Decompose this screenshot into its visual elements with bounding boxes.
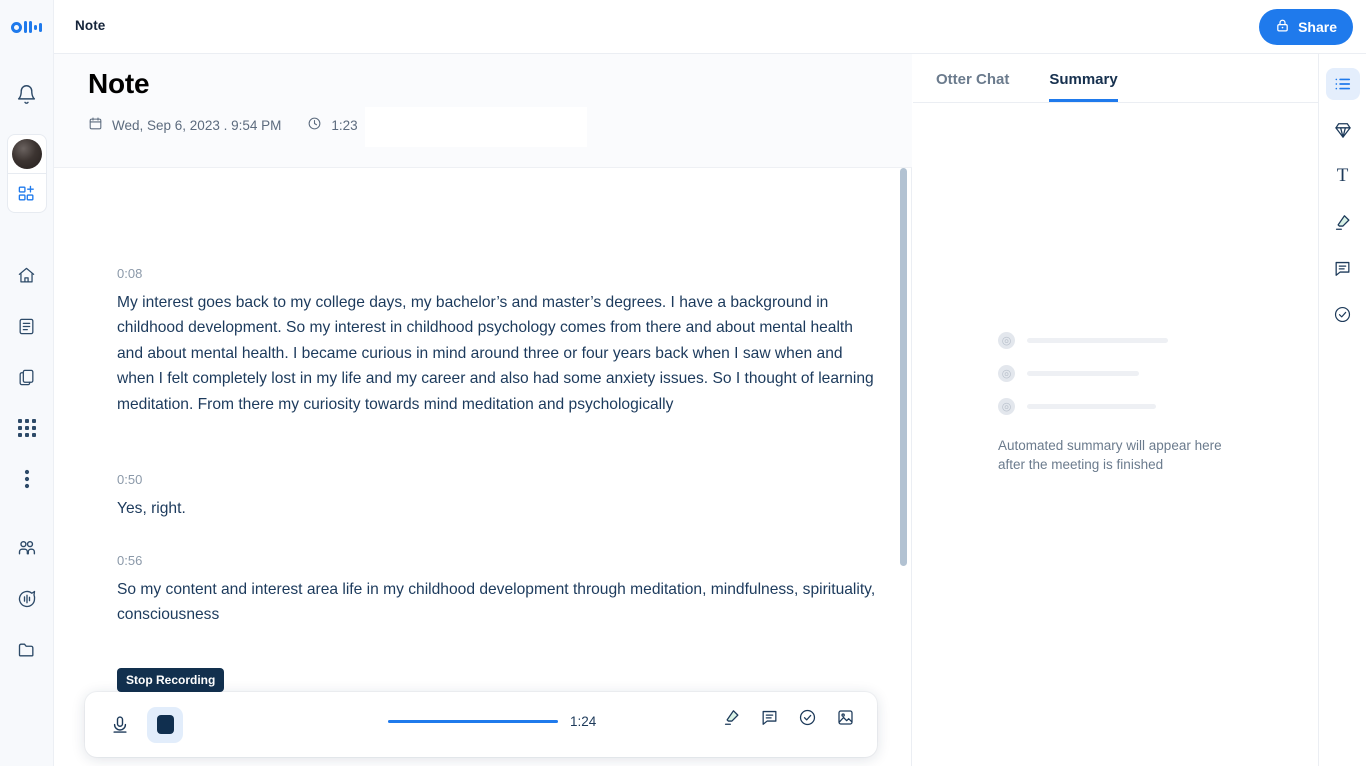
home-icon[interactable] bbox=[7, 255, 47, 295]
list-outline-icon[interactable] bbox=[1325, 68, 1360, 100]
more-vertical-icon[interactable] bbox=[7, 459, 47, 499]
skeleton-line bbox=[1027, 338, 1168, 343]
skeleton-bullet-icon: ◎ bbox=[998, 365, 1015, 382]
stop-recording-tooltip: Stop Recording bbox=[117, 668, 225, 692]
calendar-icon bbox=[88, 116, 103, 134]
comment-icon[interactable] bbox=[760, 708, 779, 732]
segment-timestamp[interactable]: 0:56 bbox=[117, 553, 879, 568]
segment-text[interactable]: So my content and interest area life in … bbox=[117, 577, 879, 628]
segment-text[interactable]: My interest goes back to my college days… bbox=[117, 290, 879, 417]
right-panel: Otter Chat Summary ◎ ◎ ◎ Automated summa… bbox=[913, 54, 1318, 766]
skeleton-bullet-icon: ◎ bbox=[998, 332, 1015, 349]
progress-track[interactable] bbox=[388, 720, 558, 723]
logo-bar-2 bbox=[29, 21, 32, 33]
logo-circle-icon bbox=[11, 21, 22, 33]
new-note-icon[interactable] bbox=[8, 174, 46, 212]
empty-state-text: Automated summary will appear here after… bbox=[998, 438, 1222, 472]
note-duration: 1:23 bbox=[331, 117, 358, 133]
account-card bbox=[6, 134, 47, 213]
grid-icon[interactable] bbox=[7, 408, 47, 448]
breadcrumb: Note bbox=[75, 18, 106, 33]
image-icon[interactable] bbox=[836, 708, 855, 732]
skeleton-row: ◎ bbox=[998, 398, 1248, 415]
speech-wave-icon[interactable] bbox=[7, 579, 47, 619]
skeleton-line bbox=[1027, 404, 1156, 409]
bell-icon[interactable] bbox=[7, 74, 47, 114]
check-circle-icon[interactable] bbox=[1326, 298, 1360, 330]
left-navigation-rail bbox=[0, 0, 54, 766]
rail-nav-group bbox=[7, 255, 47, 670]
share-button-label: Share bbox=[1298, 19, 1337, 35]
elapsed-time: 1:24 bbox=[570, 714, 597, 729]
tab-summary[interactable]: Summary bbox=[1049, 71, 1118, 102]
right-panel-tabs: Otter Chat Summary bbox=[913, 54, 1318, 103]
copy-icon[interactable] bbox=[7, 357, 47, 397]
segment-text[interactable]: Yes, right. bbox=[117, 496, 879, 521]
comment-icon[interactable] bbox=[1326, 252, 1360, 284]
note-main-panel: Note Wed, Sep 6, 2023 . 9:54 PM 1:23 0:0… bbox=[54, 54, 912, 766]
microphone-icon[interactable] bbox=[104, 709, 136, 741]
page-title[interactable]: Note bbox=[88, 68, 150, 100]
recording-tools bbox=[722, 708, 855, 732]
segment-timestamp[interactable]: 0:08 bbox=[117, 266, 879, 281]
lock-icon bbox=[1275, 18, 1290, 36]
skeleton-bullet-icon: ◎ bbox=[998, 398, 1015, 415]
otter-logo[interactable] bbox=[0, 0, 53, 54]
logo-bar-1 bbox=[24, 21, 27, 33]
text-T-icon[interactable]: T bbox=[1326, 160, 1360, 192]
transcript-scrollbar[interactable] bbox=[900, 168, 907, 566]
tab-otter-chat[interactable]: Otter Chat bbox=[936, 71, 1009, 102]
note-header: Note Wed, Sep 6, 2023 . 9:54 PM 1:23 bbox=[54, 54, 912, 168]
skeleton-line bbox=[1027, 371, 1139, 376]
recording-bar: 1:24 bbox=[85, 692, 877, 757]
stop-square-icon bbox=[156, 715, 174, 734]
clock-icon bbox=[307, 116, 322, 134]
avatar[interactable] bbox=[11, 139, 42, 169]
transcript-segment[interactable]: 0:08 My interest goes back to my college… bbox=[117, 266, 879, 417]
share-button[interactable]: Share bbox=[1259, 9, 1353, 45]
document-icon[interactable] bbox=[7, 306, 47, 346]
transcript-segment[interactable]: 0:50 Yes, right. bbox=[117, 472, 879, 521]
logo-bar-4 bbox=[39, 22, 42, 32]
highlighter-icon[interactable] bbox=[1326, 206, 1360, 238]
highlighter-icon[interactable] bbox=[722, 708, 741, 732]
summary-empty-state: ◎ ◎ ◎ Automated summary will appear here… bbox=[998, 332, 1248, 474]
folder-icon[interactable] bbox=[7, 630, 47, 670]
otter-note-page: Note Share Note Wed, Sep 6, 2023 . 9:54 … bbox=[0, 0, 1366, 766]
check-circle-icon[interactable] bbox=[798, 708, 817, 732]
logo-bar-3 bbox=[34, 24, 37, 30]
skeleton-row: ◎ bbox=[998, 365, 1248, 382]
people-icon[interactable] bbox=[7, 528, 47, 568]
right-tool-rail: T bbox=[1318, 54, 1366, 766]
text-size-letter: T bbox=[1336, 165, 1349, 186]
note-meta: Wed, Sep 6, 2023 . 9:54 PM 1:23 bbox=[88, 116, 358, 134]
note-date: Wed, Sep 6, 2023 . 9:54 PM bbox=[112, 117, 282, 133]
transcript-segment[interactable]: 0:56 So my content and interest area lif… bbox=[117, 553, 879, 628]
skeleton-row: ◎ bbox=[998, 332, 1248, 349]
top-bar: Note Share bbox=[54, 0, 1366, 54]
progress-fill bbox=[388, 720, 558, 723]
note-tag-placeholder[interactable] bbox=[365, 107, 587, 147]
recording-progress: 1:24 bbox=[388, 714, 596, 729]
diamond-icon[interactable] bbox=[1326, 114, 1360, 146]
stop-recording-button[interactable] bbox=[147, 706, 183, 743]
segment-timestamp[interactable]: 0:50 bbox=[117, 472, 879, 487]
